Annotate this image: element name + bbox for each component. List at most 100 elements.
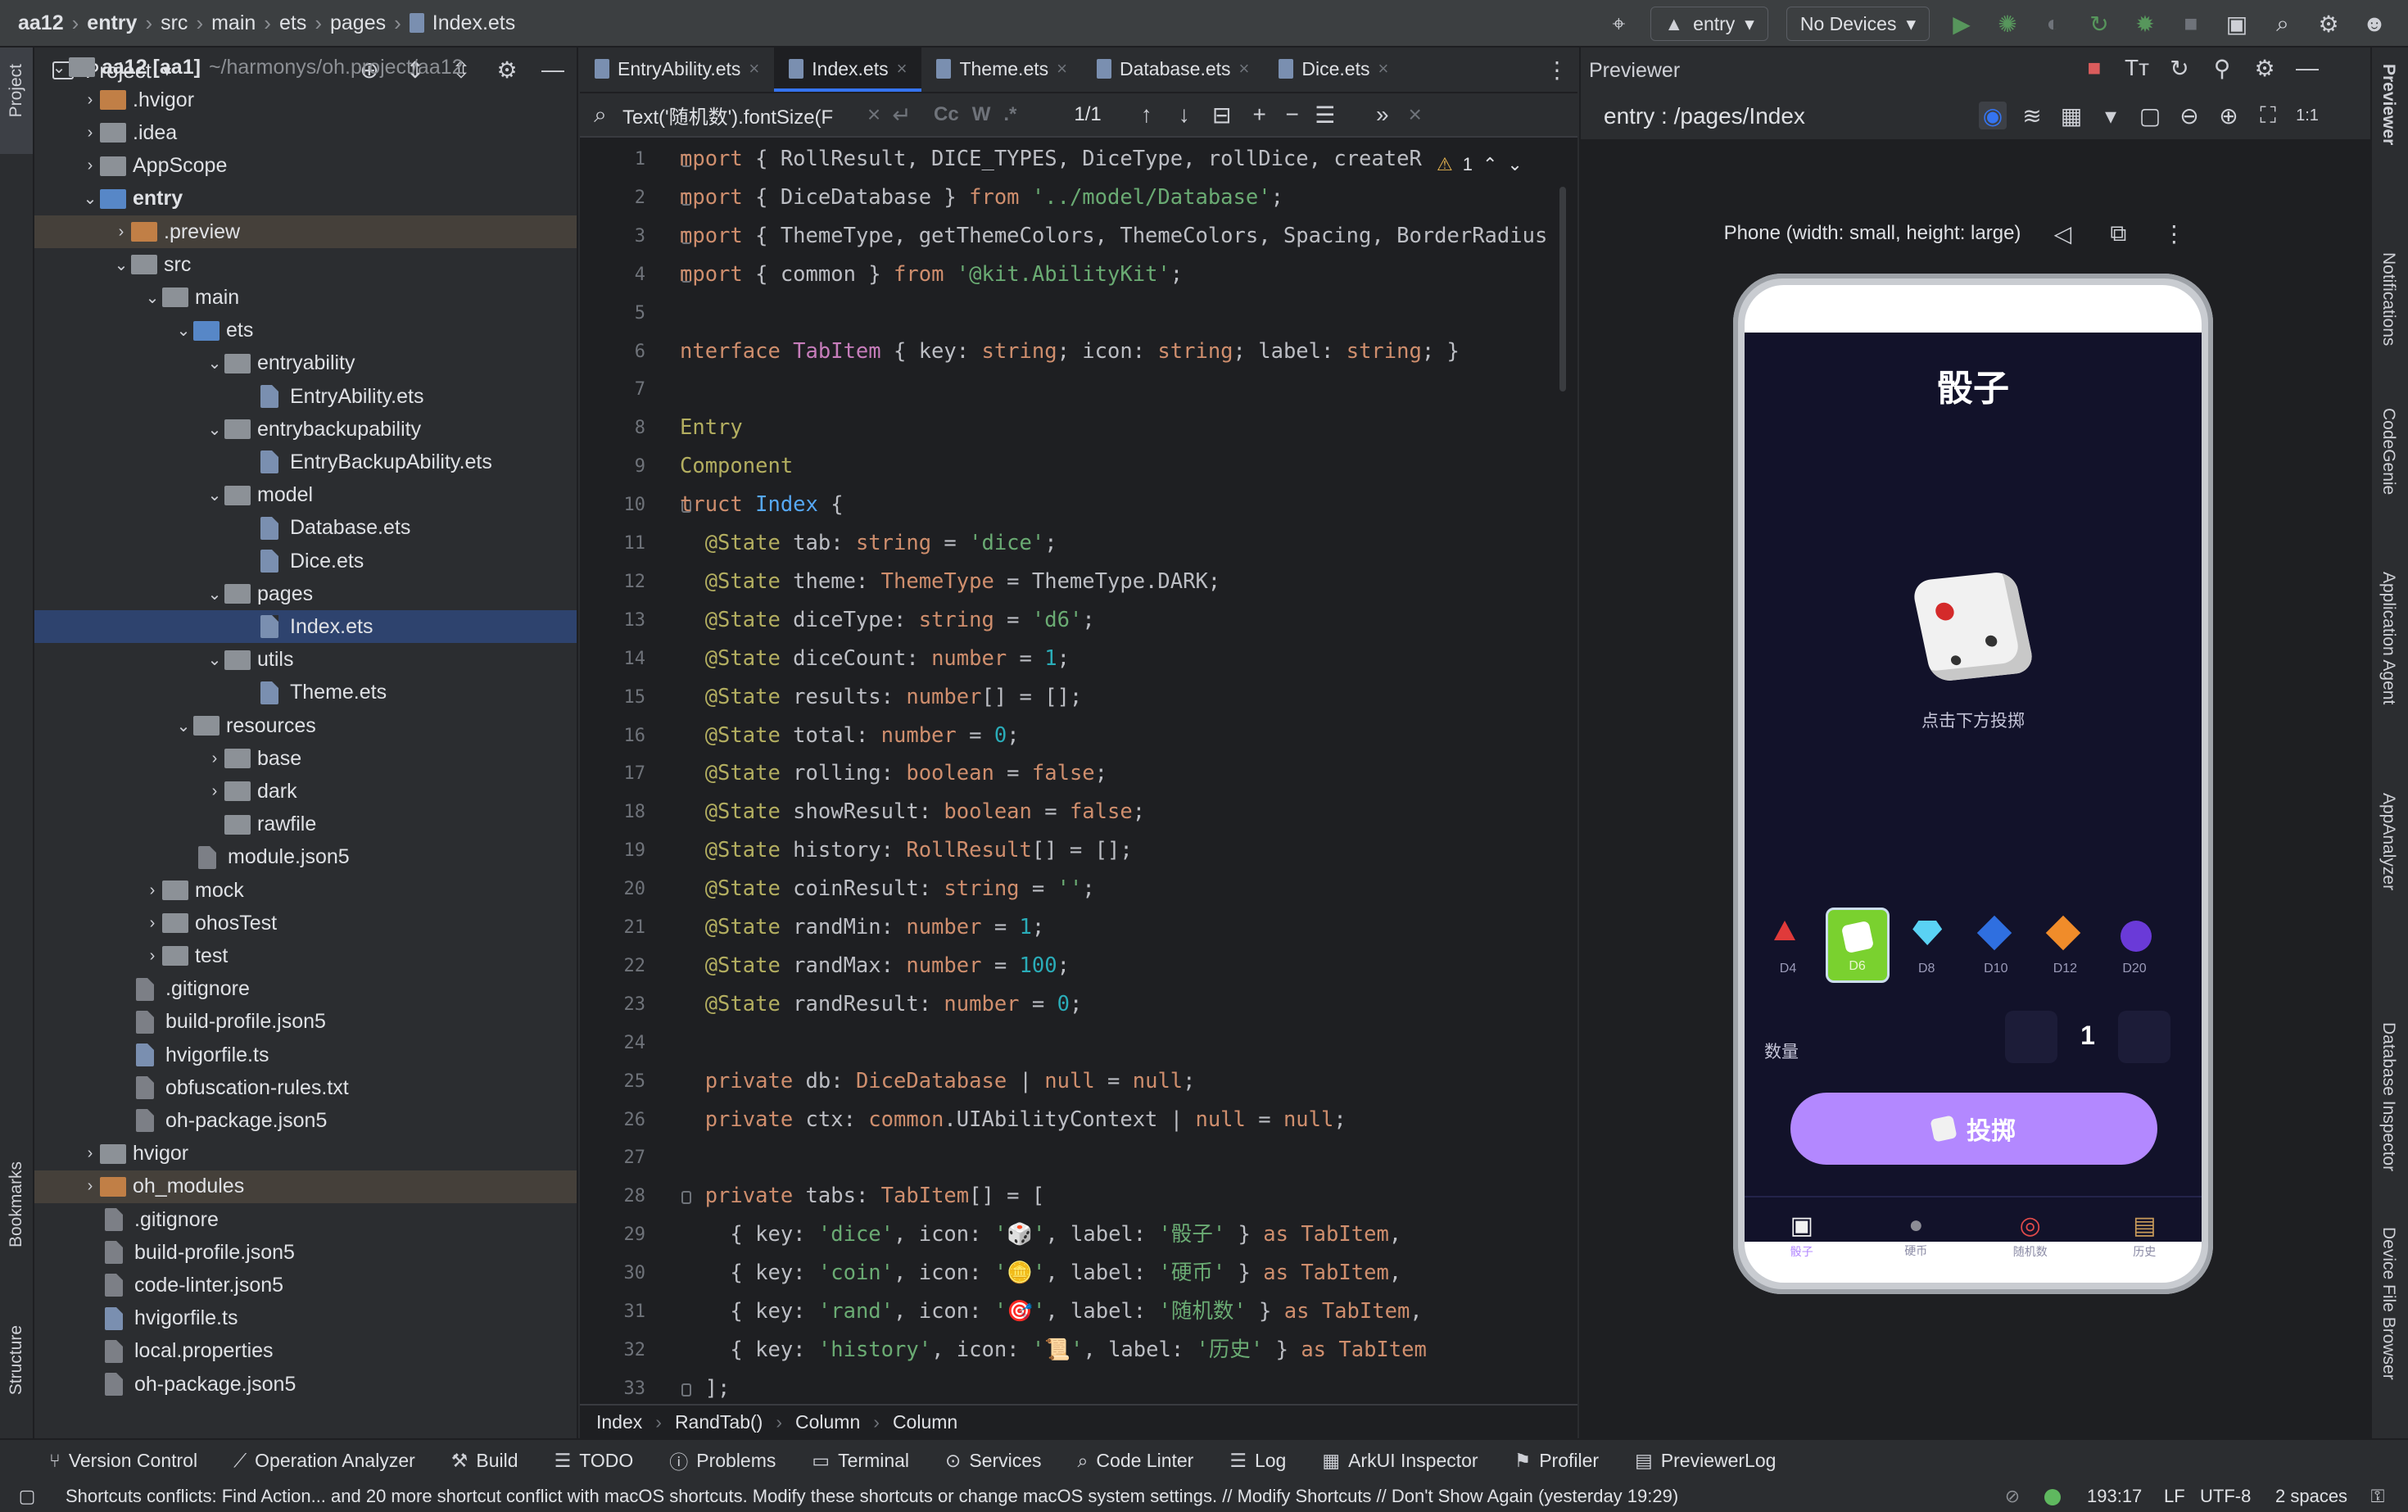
roll-button[interactable]: 投掷 xyxy=(1790,1093,2157,1165)
tree-item[interactable]: ⌄ entrybackupability xyxy=(34,413,577,446)
account-icon[interactable]: ☻ xyxy=(2360,10,2388,38)
tree-item[interactable]: › .idea xyxy=(34,116,577,149)
match-case-toggle[interactable]: Cc xyxy=(934,103,959,126)
device-select[interactable]: No Devices ▾ xyxy=(1786,7,1930,41)
tree-item[interactable]: build-profile.json5 xyxy=(34,1006,577,1039)
inspection-widget[interactable]: ⚠ 1 ⌃ ⌄ xyxy=(1437,154,1523,175)
tree-item[interactable]: module.json5 xyxy=(34,841,577,874)
tree-item[interactable]: ⌄ src xyxy=(34,248,577,281)
tool-window-button[interactable]: ⓘ Problems xyxy=(669,1446,776,1474)
tool-window-button[interactable]: ⟋ Operation Analyzer xyxy=(233,1450,415,1472)
dice-image[interactable] xyxy=(1910,570,2036,683)
tree-item[interactable]: rawfile xyxy=(34,808,577,841)
tree-item[interactable]: ⌄ ets xyxy=(34,315,577,347)
tree-item[interactable]: › oh_modules xyxy=(34,1170,577,1203)
tree-item[interactable]: ⌄ entry xyxy=(34,183,577,215)
run-icon[interactable]: ▶ xyxy=(1948,10,1976,38)
arrow-up-icon[interactable]: ↑ xyxy=(1133,101,1161,129)
editor-tab[interactable]: Database.ets × xyxy=(1082,46,1264,92)
chevron-down-icon[interactable]: ▾ xyxy=(2097,102,2125,129)
panel-toggle-icon[interactable]: ▢ xyxy=(13,1483,41,1510)
zoom-in-icon[interactable]: ⊕ xyxy=(2215,102,2243,129)
more-vertical-icon[interactable]: ⋮ xyxy=(1543,56,1571,84)
right-stripe-item[interactable]: Database Inspector xyxy=(2379,1022,2398,1171)
target-icon[interactable]: ⌖ xyxy=(1605,10,1632,38)
editor-tab[interactable]: EntryAbility.ets × xyxy=(580,46,774,92)
font-size-icon[interactable]: Tт xyxy=(2123,54,2151,82)
dice-type-option[interactable]: D12 xyxy=(2033,908,2097,983)
tool-window-button[interactable]: ⌕ Code Linter xyxy=(1078,1450,1194,1472)
dice-type-option[interactable]: D8 xyxy=(1894,908,1958,983)
right-stripe-item[interactable]: Device File Browser xyxy=(2379,1227,2398,1380)
breadcrumb-item[interactable]: pages xyxy=(330,11,386,35)
tree-item[interactable]: ⌄ main xyxy=(34,281,577,314)
tree-item[interactable]: › hvigor xyxy=(34,1138,577,1170)
regex-toggle[interactable]: .* xyxy=(1003,103,1016,126)
grid-icon[interactable]: ▦ xyxy=(2057,102,2085,129)
tree-item[interactable]: › ohosTest xyxy=(34,907,577,939)
search-icon[interactable]: ⌕ xyxy=(2269,10,2297,38)
more-vertical-icon[interactable]: ⋮ xyxy=(2160,220,2188,247)
more-icon[interactable]: » xyxy=(1369,101,1396,129)
tree-item[interactable]: local.properties xyxy=(34,1335,577,1368)
tool-window-button[interactable]: ☰ Log xyxy=(1229,1450,1286,1472)
profile-icon[interactable]: ✹ xyxy=(2131,10,2159,38)
tree-item[interactable]: ⌄ pages xyxy=(34,577,577,610)
ratio-icon[interactable]: 1:1 xyxy=(2293,102,2321,129)
status-message[interactable]: Shortcuts conflicts: Find Action... and … xyxy=(66,1486,1678,1507)
tree-item[interactable]: Theme.ets xyxy=(34,677,577,709)
debug-icon[interactable]: ✺ xyxy=(1994,10,2021,38)
tree-item[interactable]: .gitignore xyxy=(34,1203,577,1236)
breadcrumb-item[interactable]: entry xyxy=(87,11,137,35)
refresh-icon[interactable]: ↻ xyxy=(2166,54,2193,82)
tool-window-button[interactable]: ▭ Terminal xyxy=(812,1450,909,1472)
caret-position[interactable]: 193:17 xyxy=(2087,1486,2142,1507)
dice-type-option[interactable]: D10 xyxy=(1964,908,2028,983)
fit-icon[interactable]: ▢ xyxy=(2136,102,2164,129)
editor-breadcrumb-item[interactable]: Column xyxy=(795,1411,860,1433)
increment-button[interactable] xyxy=(2118,1011,2170,1063)
device-manager-icon[interactable]: ▣ xyxy=(2223,10,2251,38)
right-stripe-item[interactable]: CodeGenie xyxy=(2379,408,2398,495)
editor-scrollbar[interactable] xyxy=(1559,187,1566,392)
close-icon[interactable]: × xyxy=(1239,58,1250,79)
tool-window-button[interactable]: ☰ TODO xyxy=(554,1450,634,1472)
close-icon[interactable]: × xyxy=(1378,58,1388,79)
editor-breadcrumb-item[interactable]: Column xyxy=(893,1411,957,1433)
right-stripe-item[interactable]: Notifications xyxy=(2379,252,2398,346)
remove-occurrence-icon[interactable]: − xyxy=(1279,101,1306,129)
dice-type-option[interactable]: D20 xyxy=(2102,908,2166,983)
tool-window-button[interactable]: ⚑ Profiler xyxy=(1514,1450,1599,1472)
editor-tab[interactable]: Index.ets × xyxy=(774,46,922,92)
tree-item[interactable]: hvigorfile.ts xyxy=(34,1302,577,1335)
tool-window-button[interactable]: ▤ PreviewerLog xyxy=(1635,1450,1776,1472)
tree-item[interactable]: code-linter.json5 xyxy=(34,1269,577,1301)
tree-item[interactable]: › dark xyxy=(34,775,577,808)
tree-item[interactable]: ⌄ utils xyxy=(34,644,577,677)
minimize-icon[interactable]: — xyxy=(2293,54,2321,82)
close-icon[interactable]: × xyxy=(897,58,908,79)
nav-tab[interactable]: ▤ 历史 xyxy=(2088,1202,2202,1268)
clear-icon[interactable]: × xyxy=(860,101,888,129)
right-stripe-item[interactable]: AppAnalyzer xyxy=(2379,793,2398,890)
editor-breadcrumb-item[interactable]: RandTab() xyxy=(675,1411,763,1433)
close-icon[interactable]: × xyxy=(1401,101,1429,129)
tool-window-button[interactable]: ▦ ArkUI Inspector xyxy=(1322,1450,1478,1472)
arrow-down-icon[interactable]: ↓ xyxy=(1170,101,1198,129)
line-separator[interactable]: LF xyxy=(2164,1486,2185,1507)
tree-item[interactable]: build-profile.json5 xyxy=(34,1236,577,1269)
project-stripe-button[interactable]: Project xyxy=(0,48,33,154)
settings-icon[interactable]: ⚙ xyxy=(2315,10,2342,38)
breadcrumb-item[interactable]: main xyxy=(211,11,256,35)
editor-tab[interactable]: Dice.ets × xyxy=(1264,46,1403,92)
close-icon[interactable]: × xyxy=(749,58,759,79)
tree-item[interactable]: obfuscation-rules.txt xyxy=(34,1071,577,1104)
run-config-select[interactable]: ▲ entry ▾ xyxy=(1650,7,1768,41)
decrement-button[interactable] xyxy=(2005,1011,2057,1063)
original-size-icon[interactable]: ⛶ xyxy=(2254,102,2282,129)
close-icon[interactable]: × xyxy=(1057,58,1067,79)
breadcrumb-item[interactable]: ets xyxy=(279,11,306,35)
tree-item[interactable]: ⌄ aa12 [aa1] ~/harmonys/oh.project/aa12 xyxy=(34,51,577,84)
search-icon[interactable]: ⌕ xyxy=(586,101,614,129)
back-icon[interactable]: ◁ xyxy=(2048,220,2076,247)
